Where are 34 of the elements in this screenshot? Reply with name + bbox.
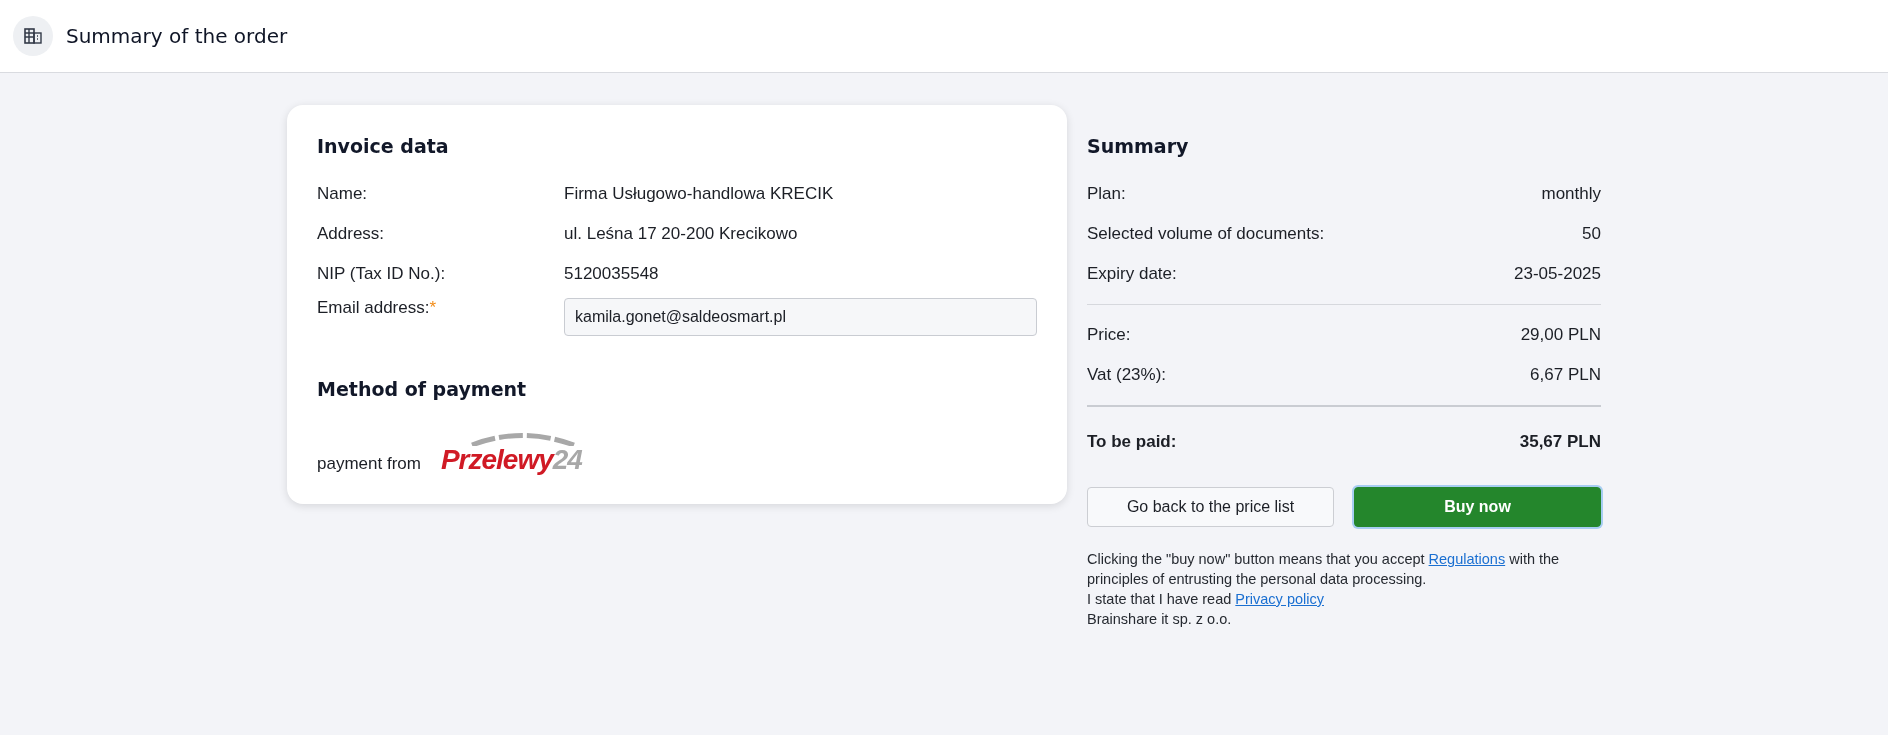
summary-label: Vat (23%):	[1087, 365, 1167, 385]
summary-value: 50	[1582, 224, 1601, 244]
payment-logo: Przelewy24	[440, 432, 582, 474]
total-label: To be paid:	[1087, 432, 1177, 452]
legal-text: I state that I have read Privacy policy	[1087, 590, 1325, 609]
field-label: Address:	[317, 224, 386, 244]
summary-value: 29,00 PLN	[1520, 325, 1601, 345]
field-label: Email address:*	[317, 298, 438, 318]
email-input[interactable]: kamila.gonet@saldeosmart.pl	[564, 298, 1037, 336]
total-value: 35,67 PLN	[1519, 432, 1601, 452]
summary-label: Selected volume of documents:	[1087, 224, 1325, 244]
field-value: 5120035548	[564, 264, 660, 284]
payment-text: payment from	[317, 454, 421, 474]
summary-label: Expiry date:	[1087, 264, 1177, 284]
field-label: Name:	[317, 184, 369, 204]
field-label: NIP (Tax ID No.):	[317, 264, 447, 284]
back-button[interactable]: Go back to the price list	[1087, 487, 1334, 527]
section-heading: Method of payment	[317, 378, 528, 400]
buy-button[interactable]: Buy now	[1354, 487, 1601, 527]
summary-value: monthly	[1541, 184, 1601, 204]
field-value: ul. Leśna 17 20-200 Krecikowo	[564, 224, 799, 244]
legal-link[interactable]: Privacy policy	[1235, 591, 1324, 607]
section-heading: Invoice data	[317, 135, 450, 157]
summary-value: 6,67 PLN	[1530, 365, 1601, 385]
summary-label: Plan:	[1087, 184, 1126, 204]
legal-text: Brainshare it sp. z o.o.	[1087, 610, 1233, 629]
field-value: Firma Usługowo-handlowa KRECIK	[564, 184, 835, 204]
legal-text: Clicking the "buy now" button means that you accept Regulations with the principles of entrusting the personal data processing.	[1087, 550, 1561, 589]
section-heading: Summary	[1087, 135, 1190, 157]
summary-label: Price:	[1087, 325, 1131, 345]
page-title: Summary of the order	[66, 24, 288, 48]
building-icon	[13, 16, 53, 56]
legal-link[interactable]: Regulations	[1428, 551, 1506, 567]
summary-value: 23-05-2025	[1514, 264, 1601, 284]
